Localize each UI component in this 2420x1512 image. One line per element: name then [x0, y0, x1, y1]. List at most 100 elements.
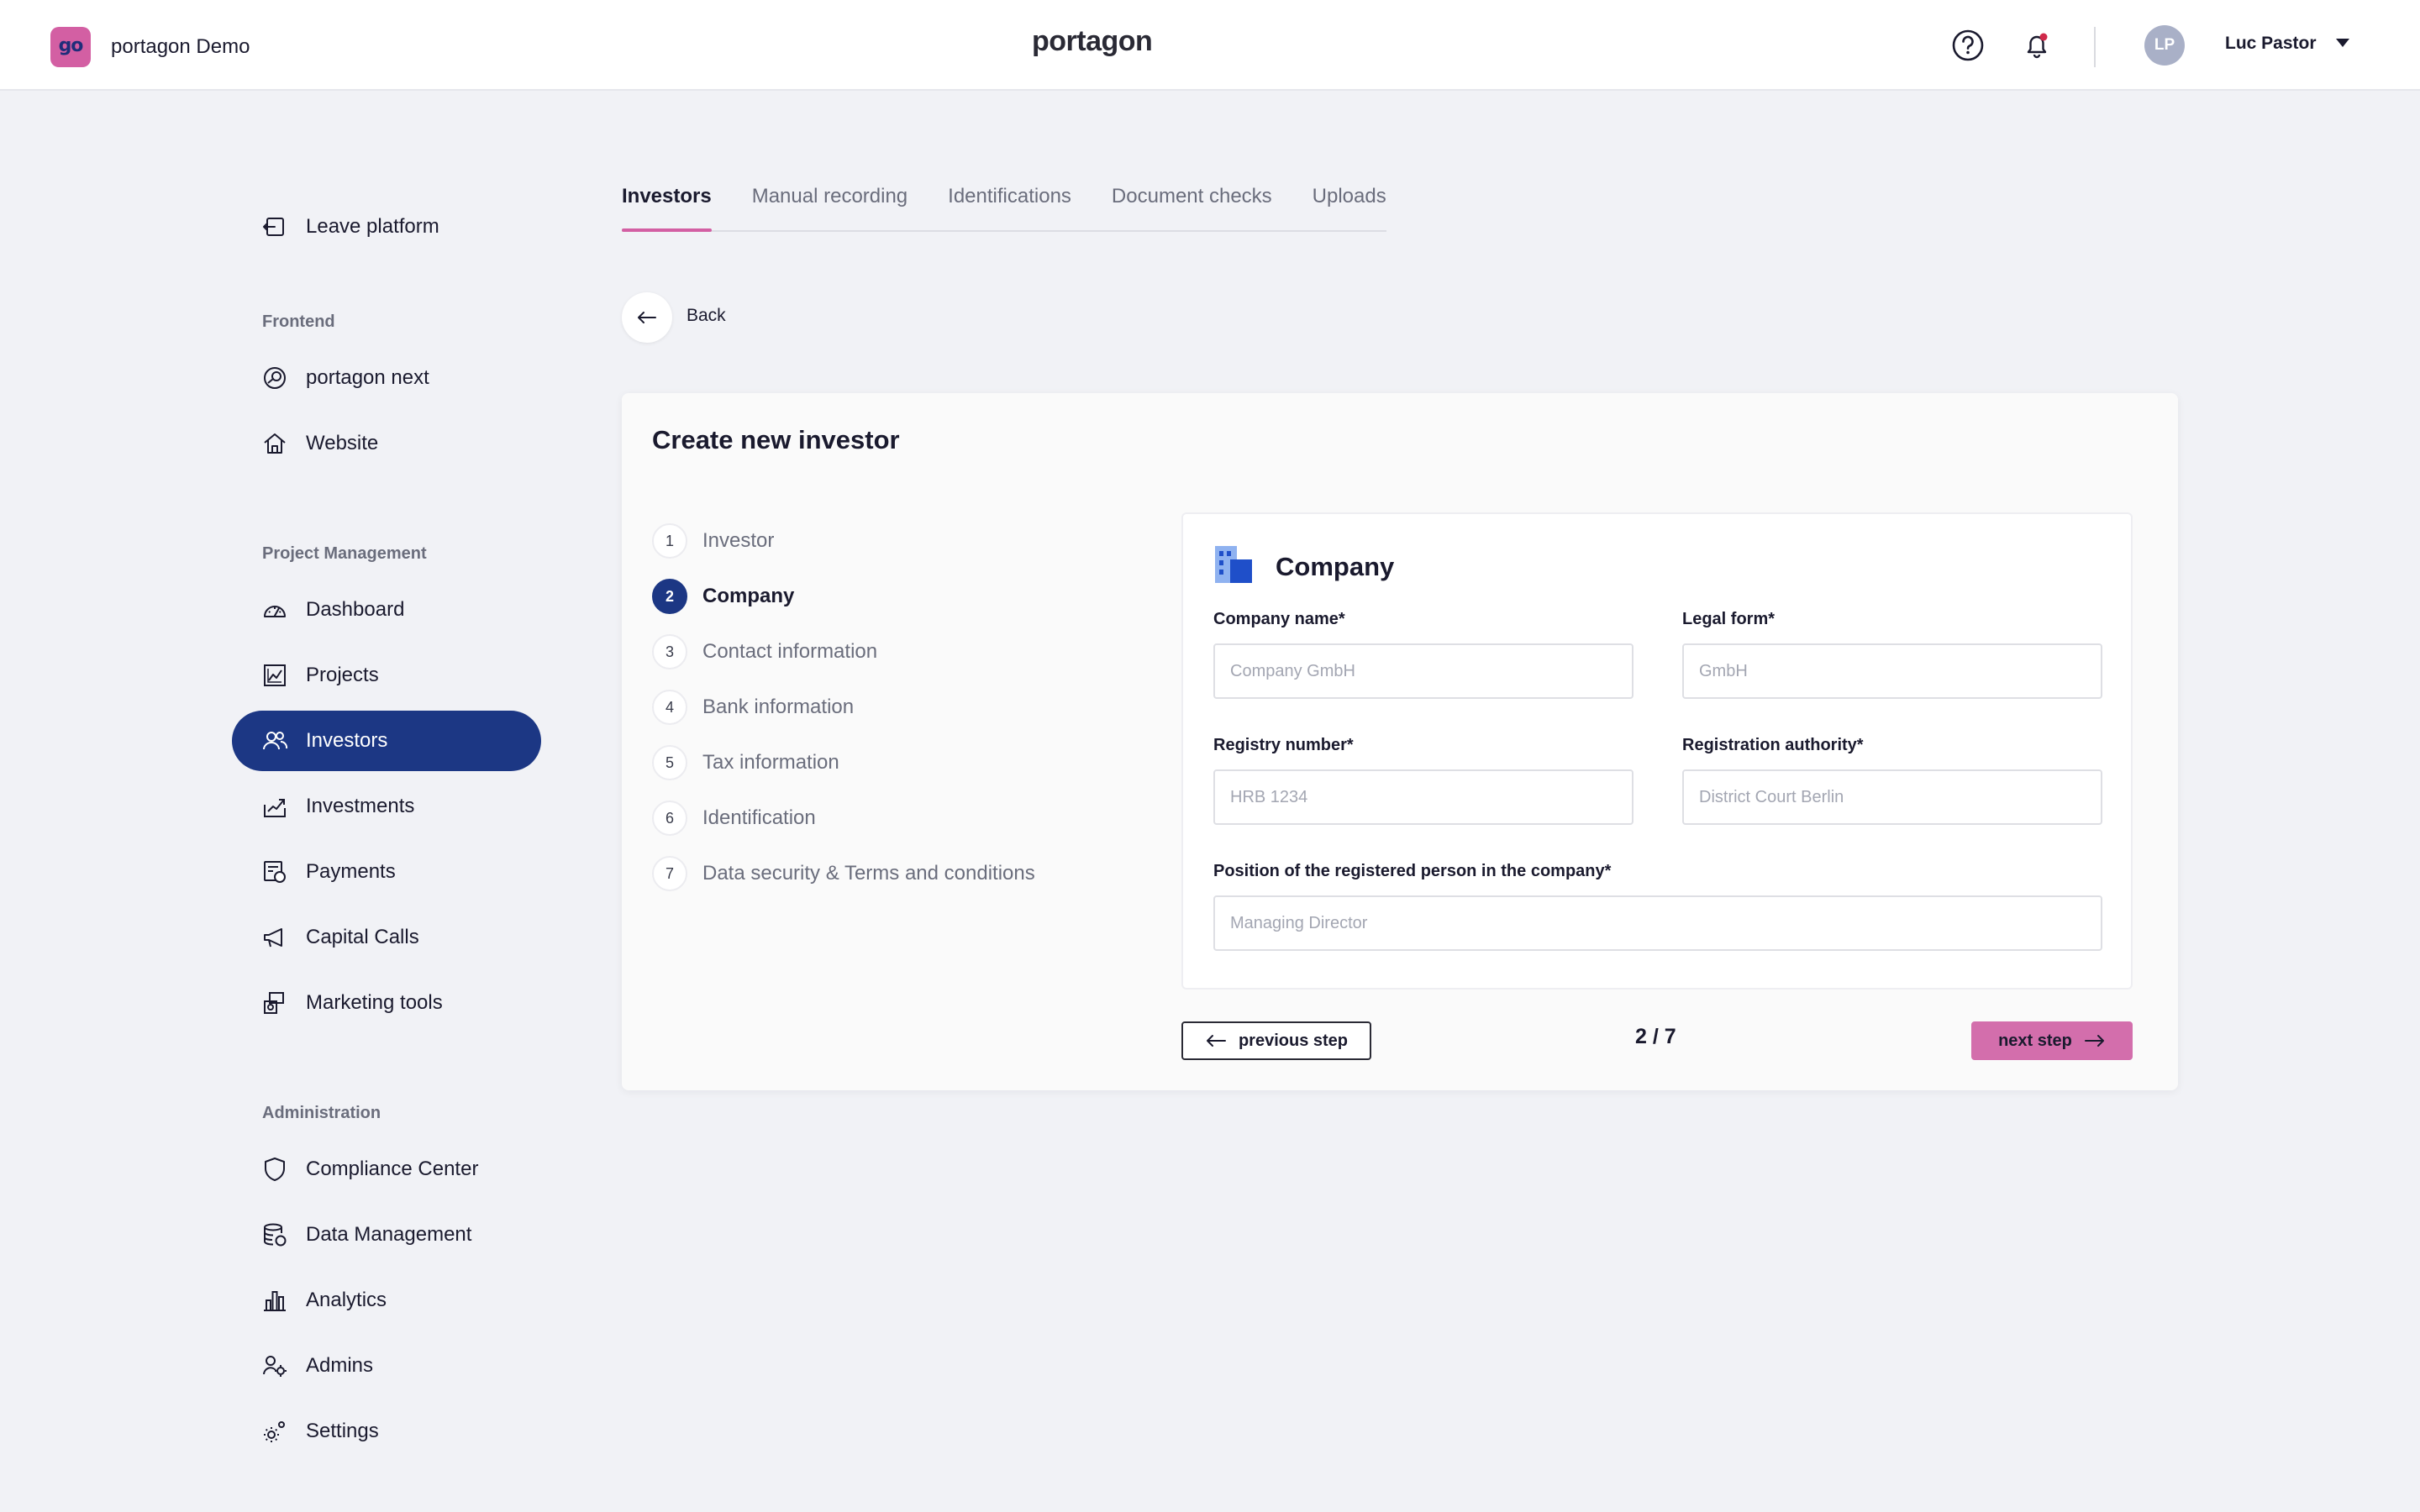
sidebar-item-dashboard[interactable]: Dashboard [232, 580, 541, 640]
tab-uploads[interactable]: Uploads [1313, 173, 1386, 230]
company-name-input[interactable] [1213, 643, 1634, 699]
step-company[interactable]: 2 Company [652, 578, 794, 615]
chevron-down-icon[interactable] [2336, 39, 2349, 47]
step-number: 1 [652, 523, 687, 559]
sidebar-item-website[interactable]: Website [232, 413, 541, 474]
step-tax-information[interactable]: 5 Tax information [652, 744, 839, 781]
sidebar-item-label: Admins [306, 1354, 374, 1377]
help-icon[interactable] [1949, 27, 1986, 64]
page-tabs: Investors Manual recording Identificatio… [622, 173, 1386, 232]
sidebar-item-leave-platform[interactable]: Leave platform [232, 197, 541, 257]
leave-icon [260, 213, 289, 241]
sidebar-item-label: Leave platform [306, 215, 439, 238]
top-bar: go portagon Demo portagon LP Luc Pastor [0, 0, 2420, 91]
registration-authority-label: Registration authority* [1682, 736, 1864, 754]
sidebar-item-label: Investors [306, 729, 388, 752]
payments-icon [260, 858, 289, 886]
step-identification[interactable]: 6 Identification [652, 800, 816, 837]
sidebar-item-label: Analytics [306, 1289, 387, 1311]
step-label: Company [702, 585, 795, 607]
tab-identifications[interactable]: Identifications [948, 173, 1071, 230]
sidebar-item-payments[interactable]: Payments [232, 842, 541, 902]
registry-number-input[interactable] [1213, 769, 1634, 825]
sidebar-item-label: Data Management [306, 1223, 472, 1246]
sidebar-item-label: Payments [306, 860, 396, 883]
step-number: 2 [652, 579, 687, 614]
step-pager: 2 / 7 [1635, 1025, 1676, 1048]
step-label: Contact information [702, 640, 878, 663]
database-icon [260, 1221, 289, 1249]
next-step-button[interactable]: next step [1971, 1021, 2133, 1060]
step-label: Data security & Terms and conditions [702, 862, 1035, 885]
gauge-icon [260, 596, 289, 624]
section-title-project-management: Project Management [262, 544, 427, 563]
app-logo[interactable]: go [50, 27, 91, 67]
step-investor[interactable]: 1 Investor [652, 522, 774, 559]
sidebar-item-portagon-next[interactable]: portagon next [232, 348, 541, 408]
sidebar-item-label: Compliance Center [306, 1158, 479, 1180]
header-divider [2094, 27, 2096, 67]
position-label: Position of the registered person in the… [1213, 862, 1612, 880]
admin-icon [260, 1352, 289, 1380]
step-number: 5 [652, 745, 687, 780]
step-data-security[interactable]: 7 Data security & Terms and conditions [652, 855, 1035, 892]
position-input[interactable] [1213, 895, 2102, 951]
back-button[interactable] [622, 292, 672, 343]
step-number: 6 [652, 801, 687, 836]
building-icon [1213, 544, 1254, 589]
avatar[interactable]: LP [2144, 25, 2185, 66]
legal-form-label: Legal form* [1682, 610, 1776, 628]
company-name-label: Company name* [1213, 610, 1345, 628]
step-bank-information[interactable]: 4 Bank information [652, 689, 854, 726]
sidebar-item-investments[interactable]: Investments [232, 776, 541, 837]
sidebar-item-settings[interactable]: Settings [232, 1401, 541, 1462]
step-label: Identification [702, 806, 816, 829]
sidebar-item-data-management[interactable]: Data Management [232, 1205, 541, 1265]
sidebar-item-label: Projects [306, 664, 379, 686]
next-step-label: next step [1998, 1031, 2072, 1050]
sidebar-item-label: Website [306, 432, 379, 454]
sidebar-item-projects[interactable]: Projects [232, 645, 541, 706]
sidebar-item-analytics[interactable]: Analytics [232, 1270, 541, 1331]
shield-icon [260, 1155, 289, 1184]
sidebar-item-marketing-tools[interactable]: Marketing tools [232, 973, 541, 1033]
step-number: 3 [652, 634, 687, 669]
step-contact-information[interactable]: 3 Contact information [652, 633, 877, 670]
registration-authority-input[interactable] [1682, 769, 2102, 825]
arrow-right-icon [2084, 1035, 2104, 1047]
notification-bell-icon[interactable] [2018, 27, 2055, 64]
sidebar-item-compliance-center[interactable]: Compliance Center [232, 1139, 541, 1200]
tab-document-checks[interactable]: Document checks [1112, 173, 1272, 230]
sidebar-item-label: portagon next [306, 366, 429, 389]
step-label: Investor [702, 529, 775, 552]
sidebar-item-label: Dashboard [306, 598, 405, 621]
sidebar-item-admins[interactable]: Admins [232, 1336, 541, 1396]
tab-investors[interactable]: Investors [622, 173, 712, 232]
megaphone-icon [260, 923, 289, 952]
gear-icon [260, 1417, 289, 1446]
users-icon [260, 727, 289, 755]
step-number: 7 [652, 856, 687, 891]
app-name[interactable]: portagon Demo [111, 35, 250, 59]
bar-chart-icon [260, 1286, 289, 1315]
previous-step-button[interactable]: previous step [1181, 1021, 1371, 1060]
sidebar: Leave platform Frontend portagon next We… [0, 91, 588, 1512]
sidebar-item-label: Capital Calls [306, 926, 419, 948]
create-investor-card: Create new investor 1 Investor 2 Company… [622, 393, 2178, 1090]
arrow-left-icon [1206, 1035, 1226, 1047]
legal-form-input[interactable] [1682, 643, 2102, 699]
previous-step-label: previous step [1238, 1031, 1349, 1050]
user-name[interactable]: Luc Pastor [2225, 34, 2317, 54]
company-form: Company Company name* Legal form* Regist… [1181, 512, 2133, 990]
registry-number-label: Registry number* [1213, 736, 1354, 754]
tab-manual-recording[interactable]: Manual recording [752, 173, 908, 230]
sidebar-item-capital-calls[interactable]: Capital Calls [232, 907, 541, 968]
home-icon [260, 429, 289, 458]
sidebar-item-investors[interactable]: Investors [232, 711, 541, 771]
back-label[interactable]: Back [687, 306, 726, 326]
brand-logo: portagon [1032, 25, 1153, 57]
arrow-left-icon [638, 312, 656, 323]
sidebar-item-label: Investments [306, 795, 415, 817]
portagon-next-icon [260, 364, 289, 392]
form-header: Company [1213, 544, 1394, 589]
